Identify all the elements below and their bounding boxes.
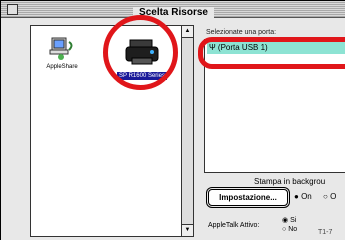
scroll-up-arrow-icon[interactable]: ▲ — [182, 26, 193, 38]
background-on-radio[interactable]: ● On — [294, 192, 312, 202]
appletalk-label: AppleTalk Attivo: — [208, 222, 260, 229]
chooser-item-appleshare[interactable]: AppleShare — [39, 36, 85, 70]
highlight-printer-ring — [103, 15, 178, 90]
version-text: T1-7 — [318, 229, 333, 236]
chooser-window: Scelta Risorse AppleShare SP R1600 Serie… — [0, 0, 345, 240]
highlight-port-ring — [198, 37, 345, 69]
appletalk-yes-label: Si — [290, 217, 297, 224]
setup-button[interactable]: Impostazione... — [208, 189, 288, 206]
radio-no-icon: ○ — [282, 226, 287, 233]
chooser-scrollbar[interactable]: ▲ ▼ — [181, 26, 193, 236]
appleshare-label: AppleShare — [46, 64, 78, 70]
background-off-radio[interactable]: ○ O — [323, 192, 336, 202]
background-on-label: On — [301, 192, 312, 201]
window-title-wrap: Scelta Risorse — [1, 2, 345, 20]
scroll-down-arrow-icon[interactable]: ▼ — [182, 224, 193, 236]
background-printing-label: Stampa in backgrou — [254, 177, 326, 186]
appleshare-icon — [49, 37, 73, 60]
background-off-label: O — [330, 192, 337, 201]
appletalk-no-label: No — [288, 226, 298, 233]
title-bar[interactable]: Scelta Risorse — [1, 1, 345, 18]
port-list-label: Selezionate una porta: — [206, 29, 277, 36]
radio-off-icon: ○ — [323, 192, 328, 201]
radio-on-icon: ● — [294, 192, 299, 201]
radio-yes-icon: ◉ — [282, 217, 289, 224]
appletalk-no-radio[interactable]: ○ No — [282, 225, 297, 235]
